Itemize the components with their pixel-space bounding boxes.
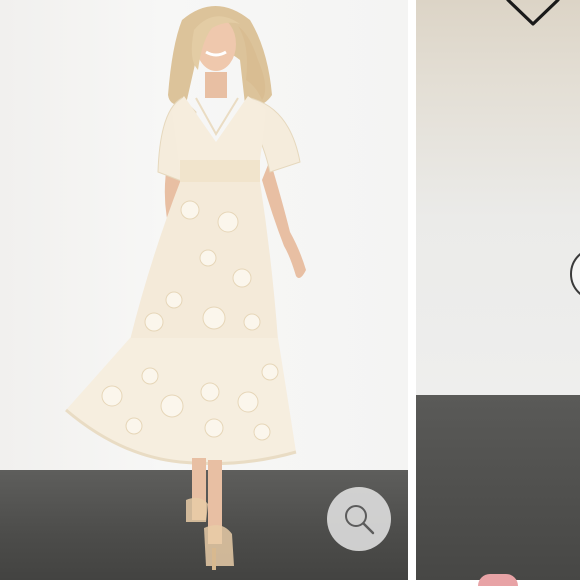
- next-image-button[interactable]: [569, 246, 580, 302]
- photo-backdrop-wall: [416, 0, 580, 395]
- zoom-button[interactable]: [327, 487, 391, 551]
- like-button[interactable]: [504, 0, 562, 28]
- heart-outline-icon: [506, 0, 560, 26]
- accent-badge-peek: [478, 574, 518, 586]
- product-image-carousel[interactable]: [0, 0, 580, 586]
- photo-floor: [416, 395, 580, 580]
- product-photo-main[interactable]: [0, 0, 408, 580]
- magnifier-icon: [345, 505, 375, 535]
- product-photo-next[interactable]: [416, 0, 580, 580]
- chevron-right-icon: [570, 253, 580, 295]
- slide-separator: [408, 0, 416, 580]
